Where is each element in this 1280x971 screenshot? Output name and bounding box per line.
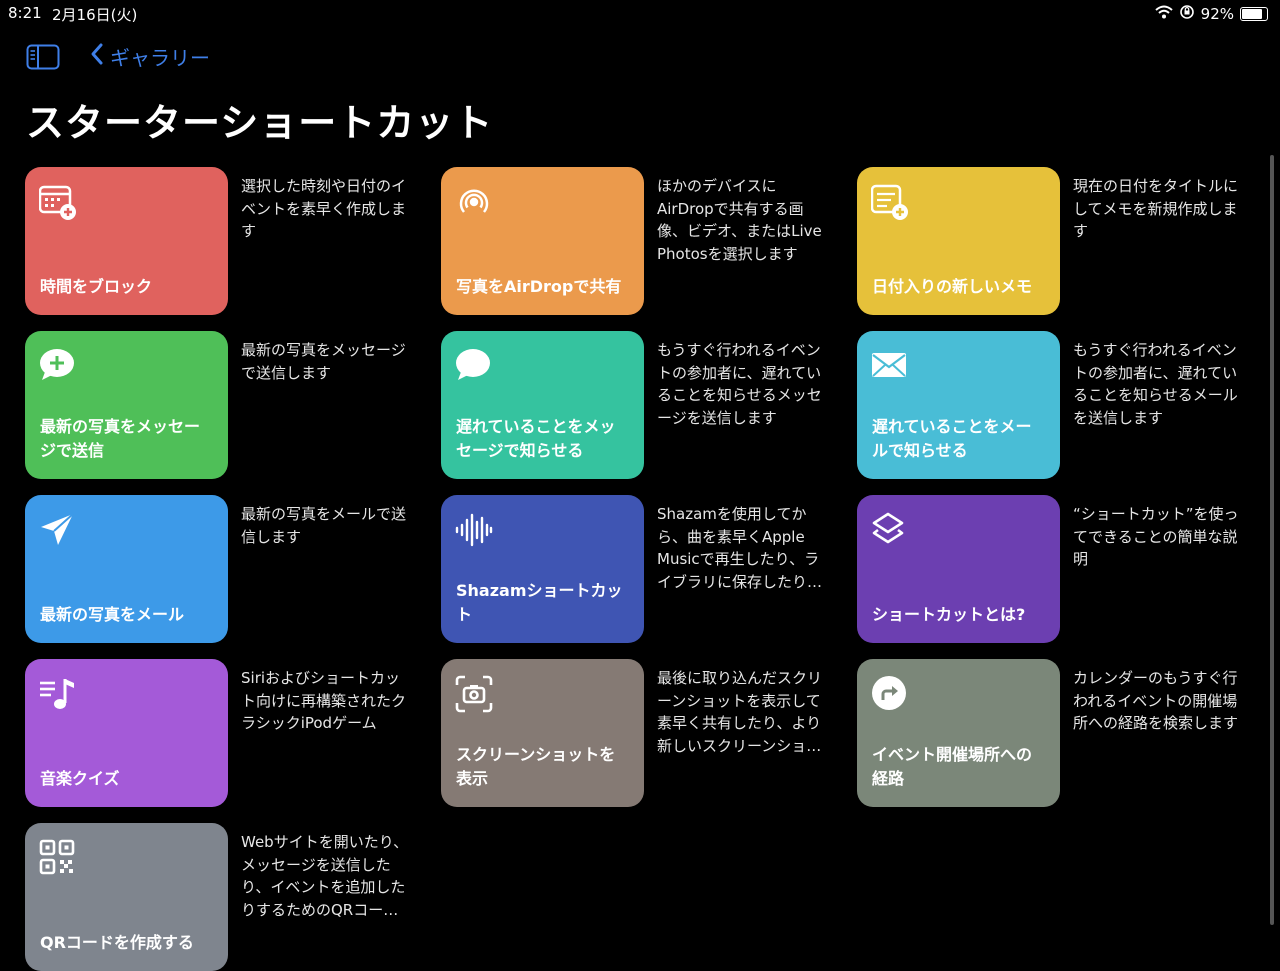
- speech-bubble-icon: [455, 347, 493, 385]
- shortcut-item: 遅れていることをメールで知らせる もうすぐ行われるイベントの参加者に、遅れている…: [857, 331, 1257, 479]
- directions-arrow-icon: [871, 675, 909, 713]
- status-right: 92%: [1154, 4, 1268, 24]
- shortcut-name: 時間をブロック: [40, 277, 153, 296]
- shortcut-card[interactable]: 最新の写真をメッセージで送信: [25, 331, 228, 479]
- shortcut-description: Siriおよびショートカット向けに再構築されたクラシックiPodゲーム: [241, 669, 407, 732]
- shortcut-card[interactable]: Shazamショートカット: [441, 495, 644, 643]
- battery-percent: 92%: [1200, 5, 1234, 23]
- shortcut-item: スクリーンショットを表示 最後に取り込んだスクリーンショットを表示して素早く共有…: [441, 659, 841, 807]
- waveform-icon: [455, 511, 493, 549]
- shortcut-card[interactable]: QRコードを作成する: [25, 823, 228, 971]
- status-time: 8:21: [8, 4, 42, 22]
- shortcut-name: 写真をAirDropで共有: [456, 277, 622, 296]
- calendar-add-icon: [38, 183, 77, 221]
- shortcut-item: 最新の写真をメッセージで送信 最新の写真をメッセージで送信します: [25, 331, 425, 479]
- message-add-icon: [39, 347, 77, 385]
- shortcut-item: 最新の写真をメール 最新の写真をメールで送信します: [25, 495, 425, 643]
- status-bar: 8:21 2月16日(火) 92%: [0, 0, 1280, 26]
- shortcut-name: スクリーンショットを表示: [456, 745, 616, 788]
- wifi-icon: [1154, 5, 1173, 23]
- shortcut-item: Shazamショートカット Shazamを使用してから、曲を素早くApple M…: [441, 495, 841, 643]
- note-add-icon: [870, 183, 909, 221]
- shortcut-item: 音楽クイズ Siriおよびショートカット向けに再構築されたクラシックiPodゲー…: [25, 659, 425, 807]
- shortcut-card[interactable]: 日付入りの新しいメモ: [857, 167, 1060, 315]
- music-list-icon: [39, 675, 77, 713]
- envelope-icon: [871, 347, 909, 385]
- battery-level: [1242, 9, 1262, 19]
- shortcut-description: 最新の写真をメールで送信します: [241, 505, 407, 546]
- status-date: 2月16日(火): [52, 6, 138, 24]
- back-button[interactable]: ギャラリー: [90, 42, 210, 71]
- back-label: ギャラリー: [110, 46, 210, 70]
- qr-code-icon: [39, 839, 77, 877]
- shortcut-item: QRコードを作成する Webサイトを開いたり、メッセージを送信したり、イベントを…: [25, 823, 425, 971]
- shortcut-name: 最新の写真をメッセージで送信: [40, 417, 201, 460]
- shortcut-card[interactable]: 写真をAirDropで共有: [441, 167, 644, 315]
- shortcut-description: もうすぐ行われるイベントの参加者に、遅れていることを知らせるメッセージを送信しま…: [657, 341, 822, 427]
- shortcut-description: 最新の写真をメッセージで送信します: [241, 341, 406, 382]
- shortcut-item: 日付入りの新しいメモ 現在の日付をタイトルにしてメモを新規作成します: [857, 167, 1257, 315]
- shortcut-name: ショートカットとは?: [872, 605, 1026, 624]
- shortcut-description: 選択した時刻や日付のイベントを素早く作成します: [241, 177, 407, 240]
- shortcut-name: QRコードを作成する: [40, 933, 194, 952]
- shortcut-name: 遅れていることをメールで知らせる: [872, 417, 1032, 460]
- shortcuts-layers-icon: [871, 511, 909, 549]
- shortcut-item: 遅れていることをメッセージで知らせる もうすぐ行われるイベントの参加者に、遅れて…: [441, 331, 841, 479]
- shortcut-item: 写真をAirDropで共有 ほかのデバイスにAirDropで共有する画像、ビデオ…: [441, 167, 841, 315]
- shortcut-description: ほかのデバイスにAirDropで共有する画像、ビデオ、またはLive Photo…: [657, 177, 822, 263]
- shortcut-description: 最後に取り込んだスクリーンショットを表示して素早く共有したり、より新しいスクリー…: [657, 669, 823, 755]
- shortcut-card[interactable]: 最新の写真をメール: [25, 495, 228, 643]
- battery-icon: [1240, 7, 1268, 21]
- orientation-lock-icon: [1179, 4, 1195, 24]
- shortcut-name: イベント開催場所への経路: [872, 745, 1033, 788]
- paper-plane-icon: [39, 511, 77, 549]
- shortcut-card[interactable]: 音楽クイズ: [25, 659, 228, 807]
- chevron-left-icon: [90, 42, 104, 71]
- shortcut-description: Shazamを使用してから、曲を素早くApple Musicで再生したり、ライブ…: [657, 505, 823, 591]
- sidebar-toggle-icon[interactable]: [26, 44, 60, 74]
- shortcut-name: 日付入りの新しいメモ: [872, 277, 1033, 296]
- airdrop-icon: [455, 183, 493, 221]
- page-title: スターターショートカット: [26, 101, 494, 145]
- shortcut-name: Shazamショートカット: [456, 581, 623, 624]
- shortcut-description: 現在の日付をタイトルにしてメモを新規作成します: [1073, 177, 1239, 240]
- shortcut-item: ショートカットとは? “ショートカット”を使ってできることの簡単な説明: [857, 495, 1257, 643]
- shortcut-card[interactable]: スクリーンショットを表示: [441, 659, 644, 807]
- shortcut-card[interactable]: 遅れていることをメールで知らせる: [857, 331, 1060, 479]
- shortcut-description: もうすぐ行われるイベントの参加者に、遅れていることを知らせるメールを送信します: [1073, 341, 1238, 427]
- shortcut-name: 最新の写真をメール: [40, 605, 185, 624]
- shortcut-description: カレンダーのもうすぐ行われるイベントの開催場所への経路を検索します: [1073, 669, 1239, 732]
- navigation-bar: ギャラリー: [0, 40, 1280, 74]
- shortcut-item: 時間をブロック 選択した時刻や日付のイベントを素早く作成します: [25, 167, 425, 315]
- shortcut-name: 音楽クイズ: [40, 769, 120, 788]
- shortcut-name: 遅れていることをメッセージで知らせる: [456, 417, 616, 460]
- shortcut-description: Webサイトを開いたり、メッセージを送信したり、イベントを追加したりするためのQ…: [241, 833, 409, 919]
- shortcut-item: イベント開催場所への経路 カレンダーのもうすぐ行われるイベントの開催場所への経路…: [857, 659, 1257, 807]
- scrollbar[interactable]: [1270, 155, 1274, 925]
- shortcut-card[interactable]: 遅れていることをメッセージで知らせる: [441, 331, 644, 479]
- shortcut-description: “ショートカット”を使ってできることの簡単な説明: [1073, 505, 1239, 568]
- screenshot-camera-icon: [455, 675, 493, 713]
- shortcut-card[interactable]: 時間をブロック: [25, 167, 228, 315]
- shortcut-card[interactable]: イベント開催場所への経路: [857, 659, 1060, 807]
- shortcut-card[interactable]: ショートカットとは?: [857, 495, 1060, 643]
